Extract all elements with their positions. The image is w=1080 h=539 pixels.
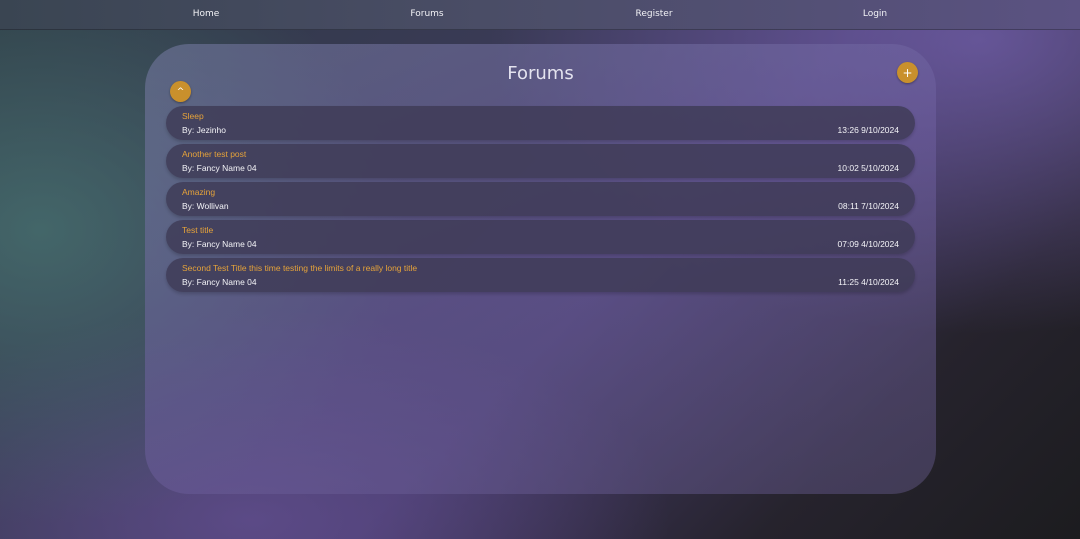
add-post-button[interactable]: +: [897, 62, 918, 83]
collapse-button[interactable]: ^: [170, 81, 191, 102]
plus-icon: +: [902, 65, 913, 80]
forums-panel: Forums ^ + Sleep By: Jezinho 13:26 9/10/…: [145, 44, 936, 494]
nav-home-link[interactable]: Home: [193, 9, 220, 19]
nav-forums-link[interactable]: Forums: [410, 9, 443, 19]
forum-post-item[interactable]: Another test post By: Fancy Name 04 10:0…: [166, 144, 915, 178]
post-timestamp: 13:26 9/10/2024: [837, 125, 899, 135]
post-author: By: Wollivan: [182, 201, 229, 211]
post-title-link[interactable]: Another test post: [182, 149, 246, 159]
top-navbar: Home Forums Register Login: [0, 0, 1080, 30]
post-timestamp: 11:25 4/10/2024: [838, 277, 899, 287]
caret-up-icon: ^: [176, 86, 185, 97]
post-author: By: Jezinho: [182, 125, 226, 135]
post-title-link[interactable]: Sleep: [182, 111, 204, 121]
forum-post-item[interactable]: Second Test Title this time testing the …: [166, 258, 915, 292]
post-author: By: Fancy Name 04: [182, 163, 257, 173]
forum-post-item[interactable]: Sleep By: Jezinho 13:26 9/10/2024: [166, 106, 915, 140]
post-title-link[interactable]: Amazing: [182, 187, 215, 197]
post-title-link[interactable]: Test title: [182, 225, 213, 235]
nav-login-link[interactable]: Login: [863, 9, 887, 19]
nav-register-link[interactable]: Register: [635, 9, 672, 19]
post-author: By: Fancy Name 04: [182, 277, 257, 287]
post-timestamp: 07:09 4/10/2024: [837, 239, 899, 249]
post-title-link[interactable]: Second Test Title this time testing the …: [182, 263, 417, 273]
page-title: Forums: [507, 63, 574, 84]
forum-post-item[interactable]: Amazing By: Wollivan 08:11 7/10/2024: [166, 182, 915, 216]
post-timestamp: 08:11 7/10/2024: [838, 201, 899, 211]
post-author: By: Fancy Name 04: [182, 239, 257, 249]
forum-post-item[interactable]: Test title By: Fancy Name 04 07:09 4/10/…: [166, 220, 915, 254]
post-timestamp: 10:02 5/10/2024: [837, 163, 899, 173]
